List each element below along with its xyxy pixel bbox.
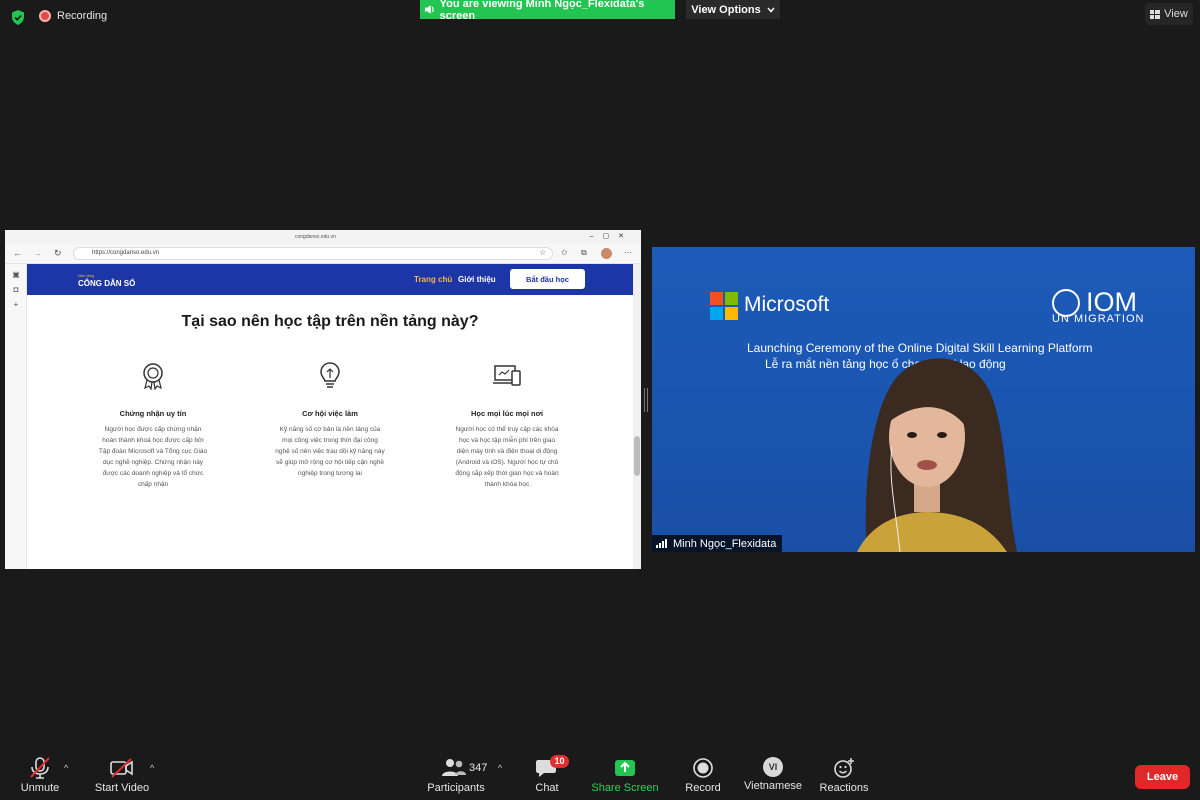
add-tab-icon[interactable]: + (5, 300, 27, 309)
site-logo[interactable]: CÔNG DÂN SỐ (78, 279, 135, 288)
browser-tab-title: congdanso.edu.vn (295, 234, 336, 240)
participant-video-tile[interactable]: Microsoft IOM UN MIGRATION Launching Cer… (652, 247, 1195, 552)
participants-icon (442, 759, 466, 776)
favorite-star-icon[interactable]: ☆ (539, 248, 546, 257)
feature-title: Cơ hội việc làm (302, 409, 358, 418)
forward-arrow-icon[interactable]: → (33, 248, 42, 258)
collections-icon[interactable]: ⧉ (581, 248, 587, 258)
microphone-muted-icon (30, 757, 50, 779)
share-screen-button[interactable]: Share Screen (590, 757, 660, 794)
language-interpretation-button[interactable]: VI Vietnamese (742, 757, 804, 792)
video-off-icon (110, 758, 133, 778)
view-label: View (1164, 8, 1188, 20)
reactions-smiley-icon (834, 758, 854, 778)
address-bar[interactable]: https://congdanso.edu.vn (73, 247, 553, 260)
recording-indicator[interactable]: Recording (39, 10, 107, 22)
audio-options-chevron-icon[interactable]: ^ (64, 763, 68, 773)
chevron-down-icon (767, 7, 775, 13)
lightbulb-icon (320, 362, 340, 388)
nav-link-about[interactable]: Giới thiệu (458, 275, 496, 284)
more-menu-icon[interactable]: ⋯ (624, 248, 632, 257)
leave-meeting-button[interactable]: Leave (1135, 765, 1190, 789)
grid-view-icon (1150, 9, 1161, 19)
chat-label: Chat (535, 782, 559, 794)
start-video-label: Start Video (94, 782, 150, 794)
view-layout-button[interactable]: View (1145, 3, 1193, 25)
unmute-label: Unmute (20, 782, 60, 794)
zoom-meeting-window: Recording You are viewing Minh Ngọc_Flex… (0, 0, 1200, 800)
scrollbar-thumb[interactable] (634, 436, 640, 476)
microsoft-wordmark: Microsoft (744, 293, 830, 316)
feature-title: Chứng nhận uy tín (119, 409, 187, 418)
favorites-icon[interactable]: ✩ (561, 248, 568, 257)
record-label: Record (685, 782, 721, 794)
signal-strength-icon (656, 539, 667, 548)
feature-card: Học mọi lúc mọi nơi Người học có thể tru… (436, 360, 578, 490)
reactions-label: Reactions (819, 782, 869, 794)
feature-card: Chứng nhận uy tín Người học được cấp chứ… (82, 360, 224, 490)
window-controls-icon[interactable]: –▢✕ (590, 232, 633, 240)
video-options-chevron-icon[interactable]: ^ (150, 763, 154, 773)
viewing-screen-banner: You are viewing Minh Ngọc_Flexidata's sc… (420, 0, 675, 22)
refresh-icon[interactable]: ↻ (54, 248, 62, 259)
viewing-banner-text: You are viewing Minh Ngọc_Flexidata's sc… (439, 0, 645, 22)
feature-card: Cơ hội việc làm Kỹ năng số cơ bản là nền… (259, 360, 401, 479)
split-view-handle[interactable] (644, 388, 648, 412)
feature-description: Người học có thể truy cập các khóa học v… (455, 426, 559, 488)
browser-title-bar: congdanso.edu.vn –▢✕ (5, 230, 641, 244)
site-header: Nền tảng CÔNG DÂN SỐ Trang chủ Giới thiệ… (27, 264, 633, 295)
start-video-button[interactable]: Start Video (92, 757, 152, 794)
microsoft-logo-icon (710, 292, 738, 320)
browser-sidebar: ▣ ◘ + (5, 264, 27, 569)
start-learning-button[interactable]: Bắt đầu học (510, 269, 585, 289)
language-globe-icon: VI (763, 757, 783, 777)
website-page: Nền tảng CÔNG DÂN SỐ Trang chủ Giới thiệ… (27, 264, 633, 569)
devices-icon (493, 365, 521, 386)
logo-tagline: Nền tảng (78, 273, 95, 278)
view-options-button[interactable]: View Options (686, 0, 780, 19)
profile-avatar[interactable] (601, 248, 612, 259)
language-label: Vietnamese (744, 780, 802, 792)
record-icon (693, 758, 713, 778)
recording-dot-icon (39, 10, 51, 22)
participant-count: 347 (469, 762, 488, 774)
back-arrow-icon[interactable]: ← (13, 248, 22, 258)
participant-name-tag: Minh Ngọc_Flexidata (652, 535, 783, 552)
security-shield-icon[interactable] (11, 10, 25, 25)
feature-description: Kỹ năng số cơ bản là nền tảng của mọi cô… (275, 426, 385, 477)
view-options-label: View Options (691, 3, 761, 16)
speaker-person (857, 358, 1017, 552)
share-screen-icon (615, 760, 635, 776)
iom-subtitle: UN MIGRATION (1052, 313, 1145, 325)
chat-unread-badge: 10 (550, 755, 569, 768)
record-button[interactable]: Record (683, 757, 723, 794)
sidebar-tab-icon[interactable]: ◘ (5, 285, 27, 294)
share-screen-label: Share Screen (591, 782, 659, 794)
tab-actions-icon[interactable]: ▣ (5, 270, 27, 279)
nav-link-home[interactable]: Trang chủ (414, 275, 452, 284)
feature-description: Người học được cấp chứng nhận hoàn thành… (98, 426, 208, 488)
unmute-button[interactable]: Unmute (15, 757, 65, 794)
certificate-icon (143, 363, 163, 391)
speaker-icon (424, 5, 434, 14)
browser-toolbar: ← → ↻ https://congdanso.edu.vn ☆ ✩ ⧉ ⋯ (5, 244, 641, 264)
reactions-button[interactable]: Reactions (818, 757, 870, 794)
feature-title: Học mọi lúc mọi nơi (470, 409, 543, 418)
recording-label: Recording (57, 10, 108, 22)
page-scrollbar[interactable] (633, 264, 641, 569)
participants-options-chevron-icon[interactable]: ^ (498, 763, 502, 773)
section-heading: Tại sao nên học tập trên nền tảng này? (181, 313, 479, 330)
participants-label: Participants (427, 782, 485, 794)
participant-name: Minh Ngọc_Flexidata (673, 537, 777, 550)
shared-screen[interactable]: congdanso.edu.vn –▢✕ ← → ↻ https://congd… (5, 230, 641, 569)
